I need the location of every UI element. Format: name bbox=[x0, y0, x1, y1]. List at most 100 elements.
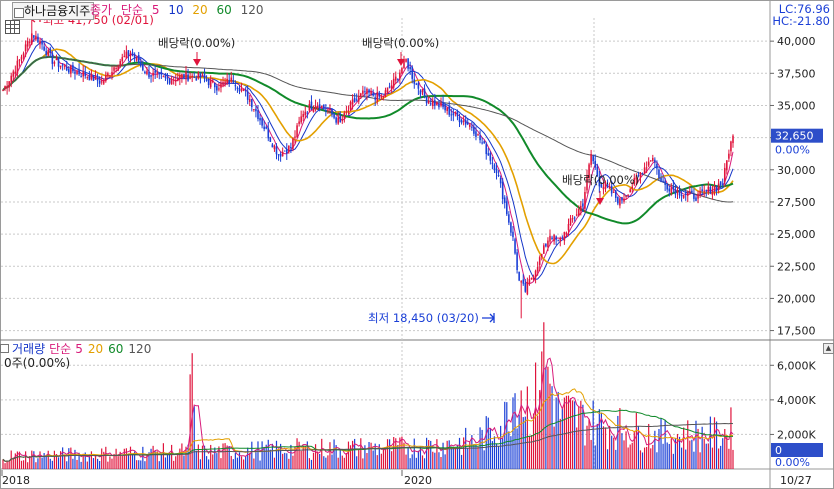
candle-body bbox=[407, 58, 409, 69]
candle-body bbox=[47, 50, 50, 56]
candle-body bbox=[251, 99, 253, 108]
candle-body bbox=[88, 75, 91, 81]
candle-body bbox=[61, 64, 64, 66]
candle-body bbox=[621, 197, 623, 201]
candle-body bbox=[226, 78, 228, 84]
candle-body bbox=[218, 88, 220, 90]
candle-body bbox=[335, 117, 337, 123]
candle-body bbox=[139, 61, 142, 67]
candle-body bbox=[520, 281, 522, 283]
candle-body bbox=[355, 99, 358, 101]
candle-body bbox=[411, 66, 414, 79]
candle-body bbox=[678, 190, 681, 196]
candle-body bbox=[660, 177, 662, 182]
candle-body bbox=[454, 112, 457, 114]
candle-body bbox=[641, 173, 644, 175]
candle-body bbox=[526, 282, 529, 295]
candle-body bbox=[639, 172, 642, 178]
candle-body bbox=[37, 36, 39, 43]
x-axis-label: 2018 bbox=[2, 474, 30, 487]
candle-body bbox=[263, 126, 265, 130]
candle-body bbox=[271, 144, 274, 148]
candle-body bbox=[259, 118, 261, 121]
candle-body bbox=[627, 194, 629, 196]
candle-body bbox=[522, 279, 525, 284]
dividend-annotation: 배당락(0.00%) bbox=[562, 173, 639, 187]
candle-body bbox=[518, 271, 520, 281]
volume-ma-20: 20 bbox=[87, 342, 104, 356]
checkbox-icon[interactable] bbox=[0, 344, 9, 353]
candle-body bbox=[608, 187, 611, 189]
candle-body bbox=[33, 35, 35, 38]
candle-body bbox=[394, 76, 397, 81]
checkbox-icon[interactable] bbox=[14, 8, 24, 18]
candle-body bbox=[144, 71, 146, 74]
scroll-up-icon[interactable]: ▲ bbox=[823, 343, 834, 354]
candle-body bbox=[113, 67, 115, 71]
candle-body bbox=[693, 194, 695, 199]
candle-body bbox=[571, 218, 574, 220]
candle-body bbox=[456, 111, 459, 117]
candle-body bbox=[166, 77, 169, 80]
candle-body bbox=[658, 169, 660, 179]
candle-body bbox=[553, 234, 555, 242]
volume-tick-label: 6,000K bbox=[777, 359, 816, 372]
candle-body bbox=[594, 160, 597, 168]
candle-body bbox=[220, 82, 222, 88]
candle-body bbox=[234, 85, 237, 87]
volume-ma-5: 5 bbox=[75, 342, 83, 356]
candle-body bbox=[468, 124, 471, 127]
candle-body bbox=[413, 79, 416, 84]
candle-body bbox=[390, 85, 393, 90]
candle-body bbox=[285, 148, 288, 154]
candle-body bbox=[135, 57, 138, 61]
candle-body bbox=[10, 75, 13, 84]
candle-body bbox=[345, 111, 348, 113]
price-legend[interactable]: 종가 단순 5 10 20 60 120 bbox=[90, 2, 269, 18]
candle-body bbox=[123, 55, 126, 57]
candle-body bbox=[168, 78, 171, 84]
candle-body bbox=[238, 87, 241, 92]
candle-body bbox=[273, 145, 276, 150]
candle-body bbox=[592, 156, 594, 162]
candle-body bbox=[569, 218, 572, 225]
candle-body bbox=[563, 232, 566, 241]
candle-body bbox=[372, 92, 374, 96]
volume-legend[interactable]: 거래량 단순 5 20 60 120 bbox=[0, 342, 151, 357]
candle-body bbox=[292, 138, 294, 149]
current-price-value: 32,650 bbox=[775, 130, 814, 143]
candle-body bbox=[214, 82, 216, 88]
candle-body bbox=[201, 74, 204, 77]
candle-body bbox=[532, 276, 535, 280]
candle-body bbox=[514, 239, 516, 254]
candle-body bbox=[697, 193, 699, 199]
candle-body bbox=[711, 189, 714, 196]
candle-body bbox=[717, 183, 720, 190]
candle-body bbox=[666, 183, 668, 190]
candle-body bbox=[43, 46, 45, 51]
candle-body bbox=[652, 157, 654, 162]
candle-body bbox=[715, 186, 718, 190]
stock-name-box[interactable]: 하나금융지주 bbox=[12, 2, 95, 20]
candle-body bbox=[279, 153, 282, 157]
chart-canvas[interactable]: 17,50020,00022,50025,00027,50030,00032,5… bbox=[0, 0, 834, 489]
candle-body bbox=[464, 119, 467, 125]
candle-body bbox=[49, 48, 52, 54]
candle-body bbox=[713, 185, 716, 190]
candle-body bbox=[269, 137, 272, 142]
candle-body bbox=[183, 74, 185, 78]
candle-body bbox=[380, 96, 383, 98]
ma-period-5: 5 bbox=[151, 3, 160, 17]
candle-body bbox=[501, 181, 504, 200]
candle-body bbox=[481, 142, 483, 144]
candle-body bbox=[197, 72, 200, 79]
dividend-annotation: 배당락(0.00%) bbox=[362, 36, 439, 50]
candle-body bbox=[191, 75, 193, 77]
volume-current: 0주(0.00%) bbox=[4, 356, 71, 370]
candle-body bbox=[207, 79, 210, 86]
candle-body bbox=[98, 80, 101, 84]
candle-body bbox=[580, 205, 582, 211]
candle-body bbox=[63, 65, 66, 67]
price-label: 종가 bbox=[90, 3, 113, 17]
table-icon[interactable] bbox=[5, 20, 20, 34]
